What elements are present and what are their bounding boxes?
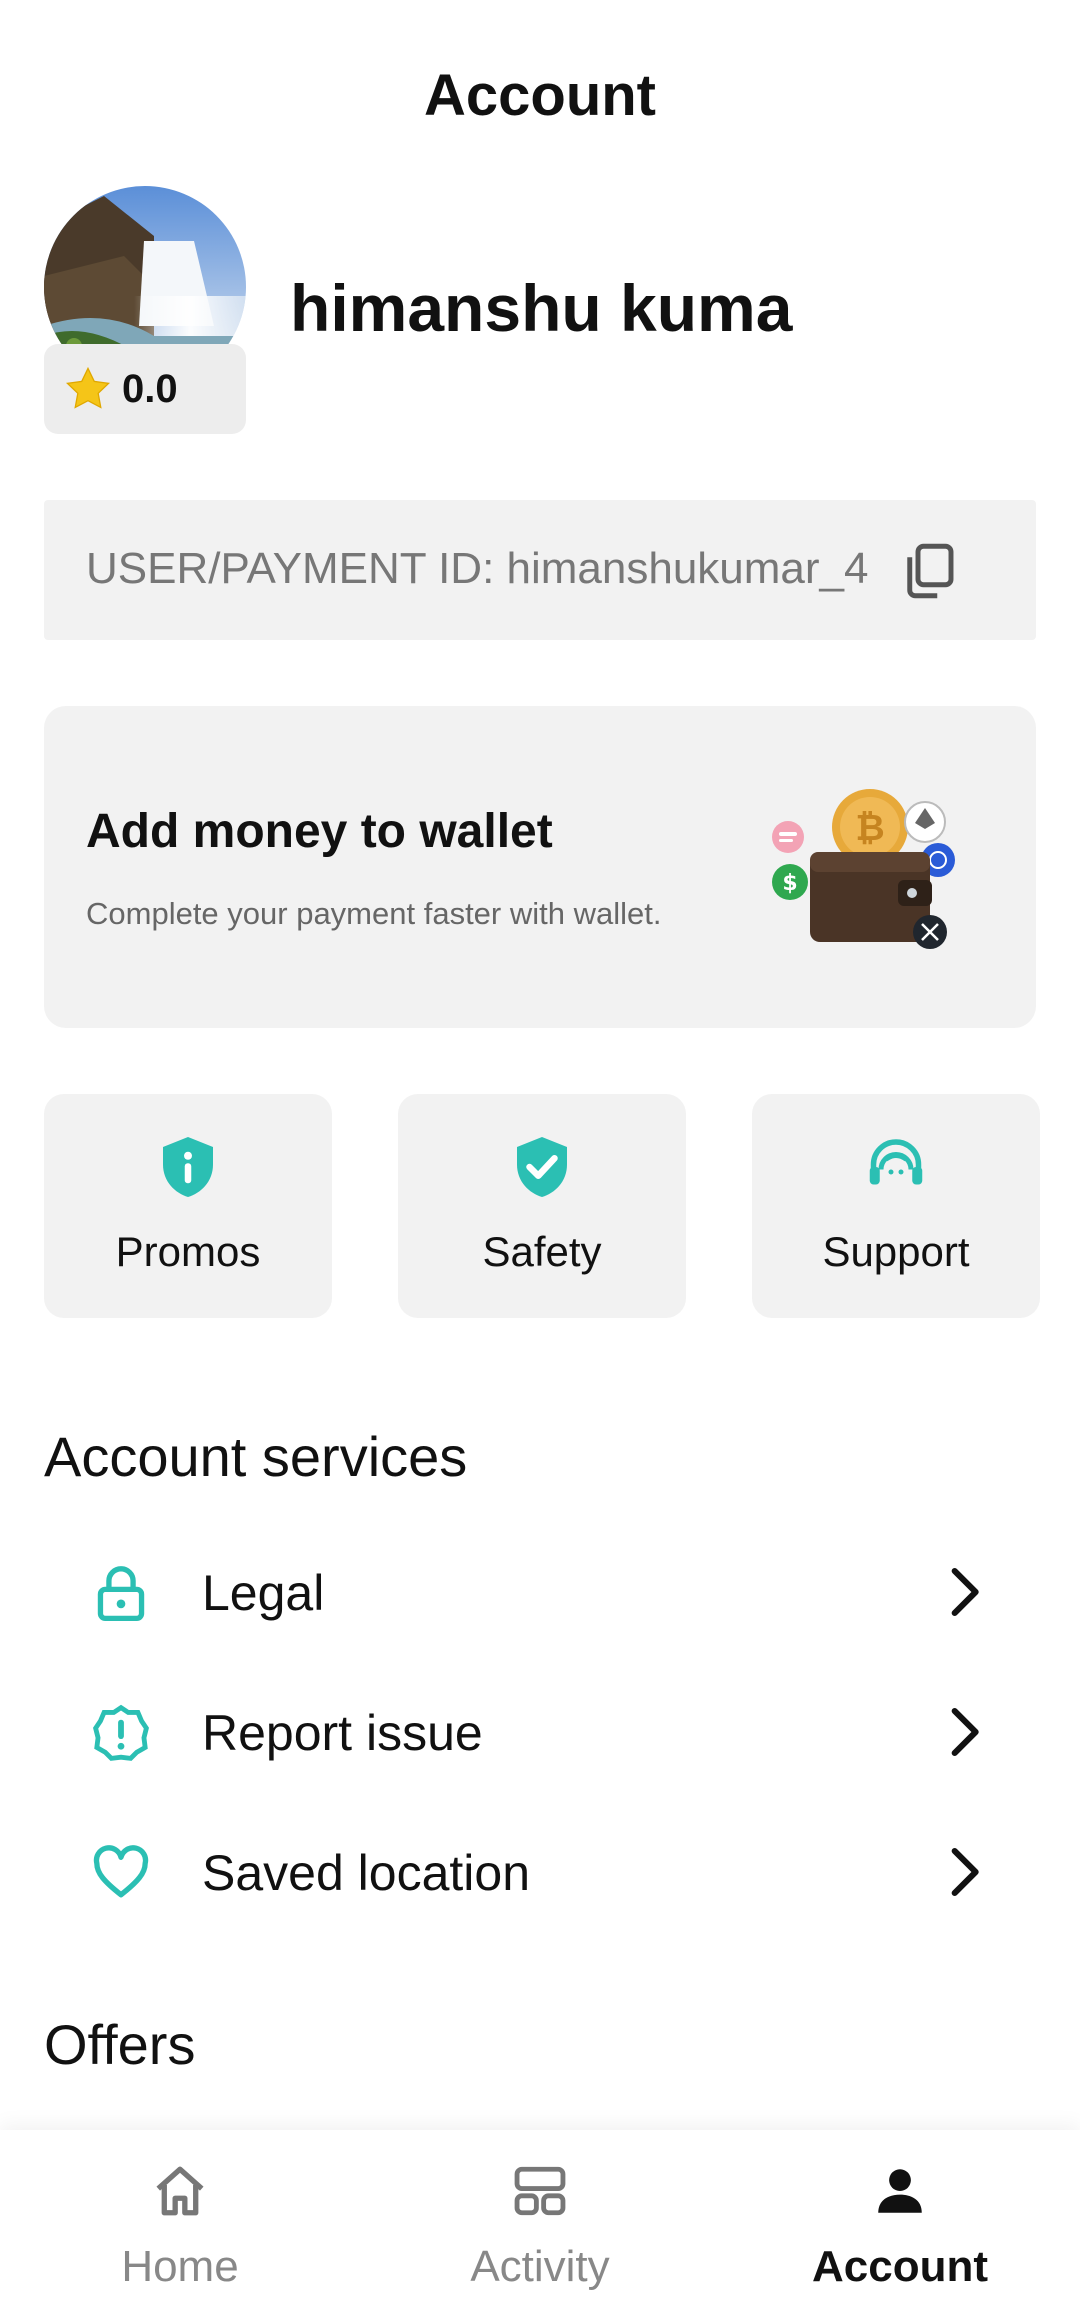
chevron-right-icon xyxy=(951,1567,979,1617)
list-item-saved-location[interactable]: Saved location xyxy=(44,1812,1036,1932)
report-issue-label: Report issue xyxy=(202,1705,483,1761)
nav-account-label: Account xyxy=(812,2242,988,2291)
user-name: himanshu kuma xyxy=(290,271,793,345)
nav-activity[interactable]: Activity xyxy=(360,2130,720,2313)
heart-icon xyxy=(93,1845,149,1898)
page-title: Account xyxy=(424,63,656,128)
chevron-right-icon xyxy=(951,1847,979,1897)
nav-activity-label: Activity xyxy=(470,2242,610,2291)
list-item-report-issue[interactable]: Report issue xyxy=(44,1672,1036,1792)
nav-home-label: Home xyxy=(121,2242,239,2291)
person-icon xyxy=(878,2169,922,2213)
shield-check-icon xyxy=(517,1137,567,1197)
support-button[interactable]: Support xyxy=(752,1094,1040,1318)
nav-account[interactable]: Account xyxy=(720,2130,1080,2313)
wallet-title: Add money to wallet xyxy=(86,805,553,858)
star-icon xyxy=(65,366,111,409)
list-item-legal[interactable]: Legal xyxy=(44,1532,1036,1652)
account-screen: Account 0.0 himanshu kuma USER/PAYMENT I… xyxy=(0,0,1080,2313)
wallet-subtitle: Complete your payment faster with wallet… xyxy=(86,896,662,931)
lock-icon xyxy=(97,1566,145,1622)
activity-grid-icon xyxy=(514,2166,566,2216)
safety-button[interactable]: Safety xyxy=(398,1094,686,1318)
legal-label: Legal xyxy=(202,1565,325,1621)
chevron-right-icon xyxy=(951,1707,979,1757)
shield-info-icon xyxy=(163,1137,213,1197)
saved-location-label: Saved location xyxy=(202,1845,531,1901)
svg-text:₿: ₿ xyxy=(855,808,884,849)
account-services-title: Account services xyxy=(44,1425,468,1488)
user-payment-id-text: USER/PAYMENT ID: himanshukumar_4 xyxy=(86,544,869,593)
copy-icon[interactable] xyxy=(896,538,962,604)
bottom-nav: Home Activity Account xyxy=(0,2130,1080,2313)
add-money-wallet-card[interactable]: Add money to wallet Complete your paymen… xyxy=(44,706,1036,1028)
promos-button[interactable]: Promos xyxy=(44,1094,332,1318)
home-icon xyxy=(156,2166,204,2216)
headset-agent-icon xyxy=(869,1139,923,1185)
rating-badge: 0.0 xyxy=(44,344,246,434)
offers-title: Offers xyxy=(44,2013,196,2076)
safety-label: Safety xyxy=(482,1228,602,1275)
promos-label: Promos xyxy=(115,1228,261,1275)
alert-badge-icon xyxy=(93,1704,149,1761)
wallet-crypto-coins-illustration: ₿ $ xyxy=(772,789,955,949)
support-label: Support xyxy=(822,1228,970,1275)
rating-value: 0.0 xyxy=(122,366,178,411)
svg-text:$: $ xyxy=(782,871,797,896)
nav-home[interactable]: Home xyxy=(0,2130,360,2313)
user-payment-id-field: USER/PAYMENT ID: himanshukumar_4 xyxy=(44,500,1036,640)
